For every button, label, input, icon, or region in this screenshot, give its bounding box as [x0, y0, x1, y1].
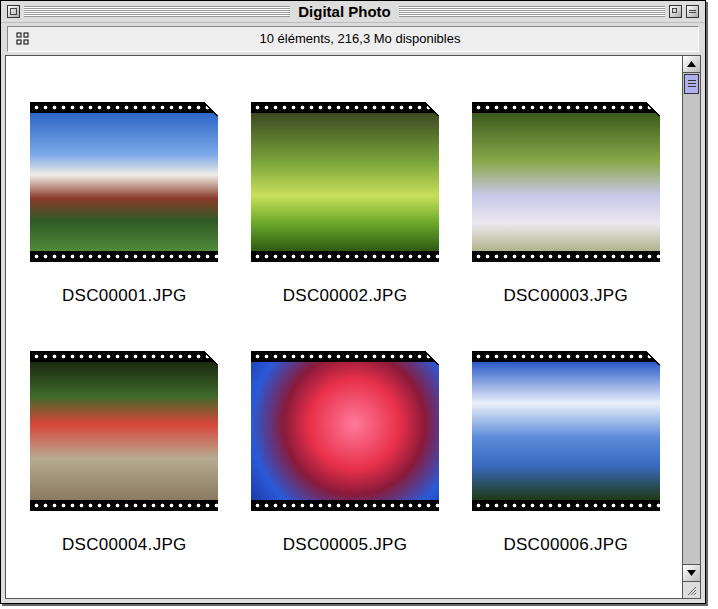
file-name[interactable]: DSC00003.JPG	[503, 286, 628, 306]
close-box-icon[interactable]	[7, 5, 20, 18]
info-bar: 10 éléments, 216,3 Mo disponibles	[7, 26, 699, 52]
photo-thumbnail-icon[interactable]	[472, 351, 660, 511]
file-name[interactable]: DSC00005.JPG	[283, 535, 408, 555]
title-bar[interactable]: Digital Photo	[1, 1, 705, 23]
file-name[interactable]: DSC00002.JPG	[283, 286, 408, 306]
window-title: Digital Photo	[290, 2, 399, 22]
file-icon-item[interactable]: DSC00006.JPG	[455, 351, 676, 555]
photo-thumbnail-icon[interactable]	[251, 351, 439, 511]
file-icon-item[interactable]: DSC00002.JPG	[235, 102, 456, 306]
file-name[interactable]: DSC00006.JPG	[503, 535, 628, 555]
file-icon-item[interactable]: DSC00005.JPG	[235, 351, 456, 555]
scroll-thumb[interactable]	[684, 74, 699, 94]
scroll-track[interactable]	[683, 73, 700, 565]
icon-view: DSC00001.JPG DSC00002.JPG DSC00003.JPG DSC0…	[6, 56, 682, 599]
up-arrow-icon	[687, 61, 696, 67]
file-icon-item[interactable]: DSC00004.JPG	[14, 351, 235, 555]
window-body: DSC00001.JPG DSC00002.JPG DSC00003.JPG DSC0…	[5, 55, 701, 600]
collapse-box-icon[interactable]	[686, 5, 699, 18]
file-icon-item[interactable]: DSC00003.JPG	[455, 102, 676, 306]
info-text: 10 éléments, 216,3 Mo disponibles	[30, 29, 690, 49]
file-name[interactable]: DSC00004.JPG	[62, 535, 187, 555]
scrollbar[interactable]	[682, 56, 700, 599]
photo-thumbnail-icon[interactable]	[472, 102, 660, 262]
scroll-down-button[interactable]	[683, 564, 700, 581]
scroll-up-button[interactable]	[683, 56, 700, 73]
file-name[interactable]: DSC00001.JPG	[62, 286, 187, 306]
photo-thumbnail-icon[interactable]	[30, 351, 218, 511]
photo-thumbnail-icon[interactable]	[30, 102, 218, 262]
zoom-box-icon[interactable]	[669, 5, 682, 18]
view-grid-icon[interactable]	[16, 32, 30, 46]
file-icon-item[interactable]: DSC00001.JPG	[14, 102, 235, 306]
finder-window: Digital Photo 10 éléments, 216,3 Mo disp…	[0, 0, 706, 604]
down-arrow-icon	[687, 570, 696, 576]
photo-thumbnail-icon[interactable]	[251, 102, 439, 262]
resize-grip-icon[interactable]	[683, 581, 700, 598]
